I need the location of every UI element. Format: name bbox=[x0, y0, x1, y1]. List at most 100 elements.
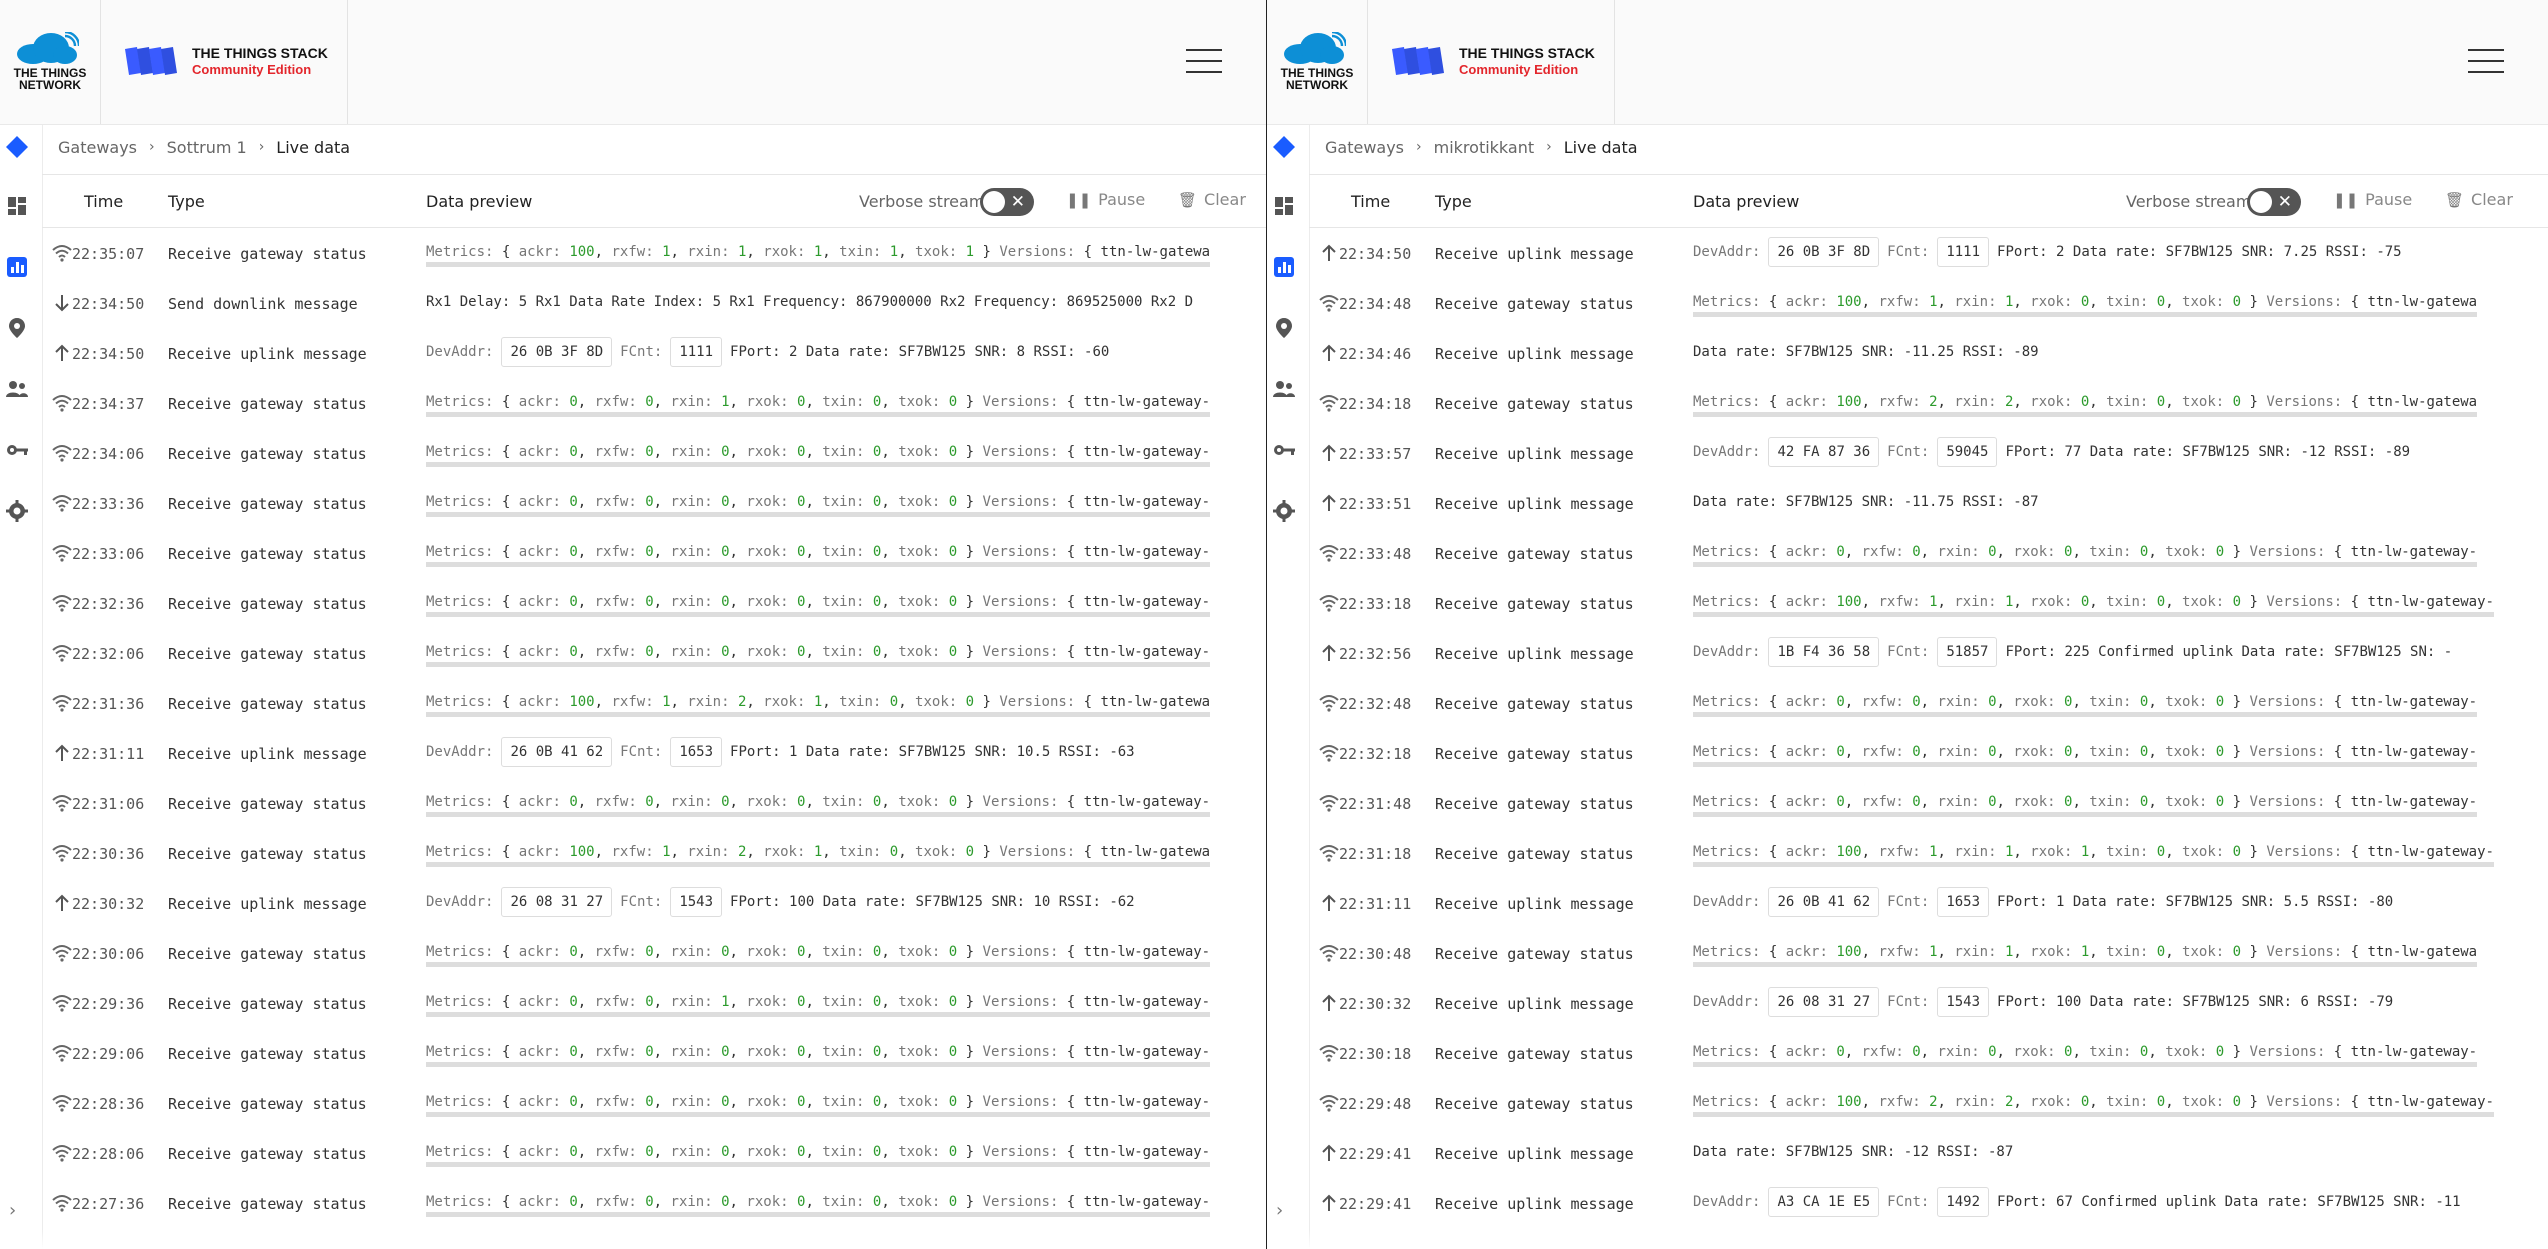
devaddr-chip[interactable]: A3 CA 1E E5 bbox=[1768, 1187, 1880, 1217]
table-row[interactable]: 22:31:11 Receive uplink message DevAddr: 26… bbox=[1309, 878, 2548, 928]
key-icon[interactable] bbox=[5, 438, 29, 462]
clear-button[interactable]: 🗑 Clear bbox=[1178, 190, 1246, 209]
live-data-icon[interactable] bbox=[5, 255, 29, 279]
data-preview: DevAddr: 26 0B 3F 8D FCnt: 1111 FPort: 2 Dat… bbox=[1693, 237, 2402, 267]
location-icon[interactable] bbox=[1272, 316, 1296, 340]
table-row[interactable]: 22:31:11 Receive uplink message DevAddr: 26… bbox=[42, 728, 1266, 778]
table-row[interactable]: 22:29:06 Receive gateway status Metrics: {… bbox=[42, 1028, 1266, 1078]
table-row[interactable]: 22:28:36 Receive gateway status Metrics: {… bbox=[42, 1078, 1266, 1128]
table-row[interactable]: 22:32:48 Receive gateway status Metrics: {… bbox=[1309, 678, 2548, 728]
fcnt-chip[interactable]: 1111 bbox=[670, 337, 723, 367]
stack-logo[interactable]: THE THINGS STACK Community Edition bbox=[1368, 0, 1615, 124]
dashboard-icon[interactable] bbox=[5, 194, 29, 218]
devaddr-chip[interactable]: 26 0B 41 62 bbox=[501, 737, 613, 767]
table-row[interactable]: 22:32:06 Receive gateway status Metrics: {… bbox=[42, 628, 1266, 678]
table-row[interactable]: 22:32:56 Receive uplink message DevAddr: 1B… bbox=[1309, 628, 2548, 678]
gateway-overview-icon[interactable] bbox=[1272, 135, 1296, 159]
verbose-toggle[interactable]: ✕ bbox=[980, 188, 1034, 216]
breadcrumb-gateway[interactable]: mikrotikkant bbox=[1434, 138, 1535, 157]
location-icon[interactable] bbox=[5, 316, 29, 340]
menu-icon[interactable] bbox=[1186, 49, 1222, 73]
table-row[interactable]: 22:31:18 Receive gateway status Metrics: {… bbox=[1309, 828, 2548, 878]
table-row[interactable]: 22:31:06 Receive gateway status Metrics: {… bbox=[42, 778, 1266, 828]
table-row[interactable]: 22:34:48 Receive gateway status Metrics: {… bbox=[1309, 278, 2548, 328]
dashboard-icon[interactable] bbox=[1272, 194, 1296, 218]
ttn-logo[interactable]: THE THINGS NETWORK bbox=[1267, 0, 1368, 124]
event-type: Receive uplink message bbox=[1435, 445, 1634, 463]
settings-icon[interactable] bbox=[5, 499, 29, 523]
stack-logo[interactable]: THE THINGS STACK Community Edition bbox=[101, 0, 348, 124]
table-row[interactable]: 22:30:18 Receive gateway status Metrics: {… bbox=[1309, 1028, 2548, 1078]
fcnt-chip[interactable]: 1111 bbox=[1937, 237, 1990, 267]
table-row[interactable]: 22:34:37 Receive gateway status Metrics: {… bbox=[42, 378, 1266, 428]
table-row[interactable]: 22:28:06 Receive gateway status Metrics: {… bbox=[42, 1128, 1266, 1178]
table-row[interactable]: 22:30:36 Receive gateway status Metrics: {… bbox=[42, 828, 1266, 878]
devaddr-chip[interactable]: 1B F4 36 58 bbox=[1768, 637, 1880, 667]
devaddr-chip[interactable]: 26 0B 41 62 bbox=[1768, 887, 1880, 917]
table-row[interactable]: 22:31:36 Receive gateway status Metrics: {… bbox=[42, 678, 1266, 728]
devaddr-chip[interactable]: 42 FA 87 36 bbox=[1768, 437, 1880, 467]
fcnt-chip[interactable]: 1492 bbox=[1937, 1187, 1990, 1217]
metric-txin: 0 bbox=[872, 444, 882, 460]
table-row[interactable]: 22:29:36 Receive gateway status Metrics: {… bbox=[42, 978, 1266, 1028]
collaborators-icon[interactable] bbox=[5, 377, 29, 401]
table-row[interactable]: 22:34:50 Send downlink message Rx1 Delay: … bbox=[42, 278, 1266, 328]
table-row[interactable]: 22:33:06 Receive gateway status Metrics: {… bbox=[42, 528, 1266, 578]
table-row[interactable]: 22:32:18 Receive gateway status Metrics: {… bbox=[1309, 728, 2548, 778]
table-row[interactable]: 22:29:48 Receive gateway status Metrics: {… bbox=[1309, 1078, 2548, 1128]
gateway-overview-icon[interactable] bbox=[5, 135, 29, 159]
table-row[interactable]: 22:27:36 Receive gateway status Metrics: {… bbox=[42, 1178, 1266, 1228]
table-row[interactable]: 22:30:32 Receive uplink message DevAddr: 26… bbox=[42, 878, 1266, 928]
versions-value: ttn-lw-gateway- bbox=[1083, 1094, 1211, 1110]
live-data-icon[interactable] bbox=[1272, 255, 1296, 279]
clear-button[interactable]: 🗑 Clear bbox=[2445, 190, 2513, 209]
table-row[interactable]: 22:33:57 Receive uplink message DevAddr: 42… bbox=[1309, 428, 2548, 478]
devaddr-chip[interactable]: 26 0B 3F 8D bbox=[501, 337, 613, 367]
table-row[interactable]: 22:33:18 Receive gateway status Metrics: {… bbox=[1309, 578, 2548, 628]
devaddr-chip[interactable]: 26 08 31 27 bbox=[1768, 987, 1880, 1017]
fcnt-chip[interactable]: 1653 bbox=[1937, 887, 1990, 917]
wifi-icon bbox=[52, 795, 72, 812]
breadcrumb-gateway[interactable]: Sottrum 1 bbox=[167, 138, 247, 157]
table-row[interactable]: 22:31:48 Receive gateway status Metrics: {… bbox=[1309, 778, 2548, 828]
pause-button[interactable]: ❚❚ Pause bbox=[2333, 190, 2412, 209]
table-header: Time Type Data preview Verbose stream ✕ … bbox=[1309, 175, 2548, 228]
table-row[interactable]: 22:34:50 Receive uplink message DevAddr: 26… bbox=[42, 328, 1266, 378]
fcnt-chip[interactable]: 1543 bbox=[670, 887, 723, 917]
devaddr-chip[interactable]: 26 0B 3F 8D bbox=[1768, 237, 1880, 267]
table-row[interactable]: 22:29:41 Receive uplink message Data rate:… bbox=[1309, 1128, 2548, 1178]
fcnt-chip[interactable]: 59045 bbox=[1937, 437, 1998, 467]
table-row[interactable]: 22:29:41 Receive uplink message DevAddr: A3… bbox=[1309, 1178, 2548, 1228]
table-row[interactable]: 22:34:46 Receive uplink message Data rate:… bbox=[1309, 328, 2548, 378]
fcnt-chip[interactable]: 1653 bbox=[670, 737, 723, 767]
key-icon[interactable] bbox=[1272, 438, 1296, 462]
table-row[interactable]: 22:34:18 Receive gateway status Metrics: {… bbox=[1309, 378, 2548, 428]
table-row[interactable]: 22:35:07 Receive gateway status Metrics: {… bbox=[42, 228, 1266, 278]
verbose-toggle[interactable]: ✕ bbox=[2247, 188, 2301, 216]
table-row[interactable]: 22:30:32 Receive uplink message DevAddr: 26… bbox=[1309, 978, 2548, 1028]
table-row[interactable]: 22:30:48 Receive gateway status Metrics: {… bbox=[1309, 928, 2548, 978]
settings-icon[interactable] bbox=[1272, 499, 1296, 523]
chevron-right-icon[interactable]: › bbox=[1276, 1202, 1292, 1220]
table-row[interactable]: 22:32:36 Receive gateway status Metrics: {… bbox=[42, 578, 1266, 628]
breadcrumb-gateways[interactable]: Gateways bbox=[1325, 138, 1404, 157]
breadcrumb-current: Live data bbox=[276, 137, 351, 157]
event-time: 22:32:36 bbox=[72, 595, 145, 613]
chevron-right-icon[interactable]: › bbox=[9, 1202, 25, 1220]
table-row[interactable]: 22:33:51 Receive uplink message Data rate:… bbox=[1309, 478, 2548, 528]
breadcrumb-gateways[interactable]: Gateways bbox=[58, 138, 137, 157]
table-row[interactable]: 22:33:48 Receive gateway status Metrics: {… bbox=[1309, 528, 2548, 578]
menu-icon[interactable] bbox=[2468, 49, 2504, 73]
table-row[interactable]: 22:34:06 Receive gateway status Metrics: {… bbox=[42, 428, 1266, 478]
metric-txok: 0 bbox=[2232, 1094, 2242, 1110]
fcnt-chip[interactable]: 51857 bbox=[1937, 637, 1998, 667]
pause-button[interactable]: ❚❚ Pause bbox=[1066, 190, 1145, 209]
table-row[interactable]: 22:30:06 Receive gateway status Metrics: {… bbox=[42, 928, 1266, 978]
collaborators-icon[interactable] bbox=[1272, 377, 1296, 401]
table-row[interactable]: 22:33:36 Receive gateway status Metrics: {… bbox=[42, 478, 1266, 528]
ttn-logo[interactable]: THE THINGS NETWORK bbox=[0, 0, 101, 124]
fcnt-chip[interactable]: 1543 bbox=[1937, 987, 1990, 1017]
devaddr-chip[interactable]: 26 08 31 27 bbox=[501, 887, 613, 917]
metric-txin: 1 bbox=[889, 244, 899, 260]
table-row[interactable]: 22:34:50 Receive uplink message DevAddr: 26… bbox=[1309, 228, 2548, 278]
